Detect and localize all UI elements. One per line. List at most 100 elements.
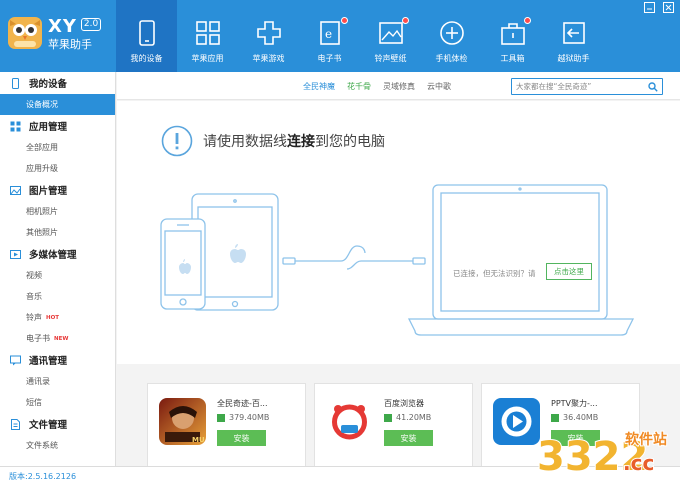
chat-icon [10,355,21,365]
nav-tab-6[interactable]: 手机体检 [421,0,482,72]
nav-tab-label: 苹果应用 [191,54,224,63]
sidebar-item-label: 通讯录 [26,377,50,386]
sidebar-item[interactable]: 设备概况 [0,94,115,115]
sidebar-group-title: 我的设备 [29,79,68,90]
sidebar-item[interactable]: 短信 [0,392,115,413]
sidebar-item[interactable]: 应用升级 [0,158,115,179]
sidebar-item[interactable]: 相机照片 [0,201,115,222]
click-here-button[interactable]: 点击这里 [546,263,592,280]
install-button[interactable]: 安装 [217,430,266,446]
version-label: 版本:2.5.16.2126 [9,472,77,481]
hot-link[interactable]: 灵域修真 [383,81,415,92]
site-watermark: 3322 软件站 .cc [536,430,668,481]
watermark-site: 软件站 [625,431,667,448]
nav-tab-3[interactable]: 苹果游戏 [238,0,299,72]
sidebar-group-header[interactable]: 多媒体管理 [0,243,115,265]
close-button[interactable] [663,2,674,13]
hot-link[interactable]: 全民神魔 [303,81,335,92]
nav-tab-label: 越狱助手 [557,54,590,63]
sidebar-item[interactable]: 音乐 [0,286,115,307]
watermark-domain: .cc [623,451,654,475]
jailbreak-icon [563,22,585,44]
sidebar: 我的设备设备概况应用管理全部应用应用升级 图片管理相机照片其他照片多媒体管理视频音… [0,72,116,466]
brand: XY 2.0 苹果助手 [48,18,102,52]
search-box [511,78,663,95]
sidebar-item[interactable]: 文件系统 [0,435,115,456]
baidu-browser-icon [326,398,373,445]
sidebar-group-title: 应用管理 [29,122,68,133]
search-icon[interactable] [648,82,658,92]
hot-link[interactable]: 云中歌 [427,81,451,92]
notification-dot [402,17,409,24]
sidebar-item-tag: NEW [54,335,69,342]
sidebar-item[interactable]: 铃声 HOT [0,307,115,328]
sidebar-item-label: 电子书 [26,334,50,343]
nav-tab-label: 铃声壁纸 [374,54,407,63]
top-bar: 全民神魔 花千骨 灵域修真 云中歌 [117,72,680,100]
app-size-value: 41.20MB [396,413,432,422]
app-grid-icon [10,121,21,131]
sidebar-item-label: 音乐 [26,292,42,301]
sidebar-item-label: 相机照片 [26,207,58,216]
nav-tab-2[interactable]: 苹果应用 [177,0,238,72]
minimize-icon [644,2,655,13]
sidebar-item-label: 视频 [26,271,42,280]
phone-icon [139,20,155,46]
sidebar-group-header[interactable]: 图片管理 [0,179,115,201]
sidebar-item-label: 短信 [26,398,42,407]
connect-status-text: 已连接，但无法识别？请 [453,269,536,278]
hot-link[interactable]: 花千骨 [347,81,371,92]
nav-tab-1[interactable]: 我的设备 [116,0,177,72]
device-icon [12,77,19,89]
app-name: PPTV聚力-... [551,399,598,408]
sidebar-group-title: 文件管理 [29,420,68,431]
window-controls [644,2,674,13]
sidebar-group-header[interactable]: 我的设备 [0,72,115,94]
nav-tab-5[interactable]: 铃声壁纸 [360,0,421,72]
sidebar-group-header[interactable]: 通讯管理 [0,349,115,371]
sidebar-item[interactable]: 全部应用 [0,137,115,158]
app-size-value: 36.40MB [563,413,599,422]
app-card[interactable]: 百度浏览器 41.20MB 安装 [314,383,473,466]
sidebar-item-label: 文件系统 [26,441,58,450]
sidebar-item[interactable]: 视频 [0,265,115,286]
media-icon [10,249,21,259]
notification-dot [341,17,348,24]
app-name: 百度浏览器 [384,399,424,408]
app-size: 379.40MB [217,413,269,422]
nav-tab-7[interactable]: 工具箱 [482,0,543,72]
nav-tab-8[interactable]: 越狱助手 [543,0,604,72]
nav-tab-4[interactable]: e 电子书 [299,0,360,72]
search-input[interactable] [516,81,641,92]
install-source-icon [551,413,559,422]
install-button[interactable]: 安装 [384,430,433,446]
title-bar: XY 2.0 苹果助手 我的设备 苹果应用 苹果游戏 e 电子书 铃声壁纸 手机体检 工具箱 越狱… [0,0,680,72]
apple-logo-icon [230,244,246,263]
sidebar-item-label: 设备概况 [26,100,58,109]
game-app-icon: MU [159,398,206,445]
sidebar-item-label: 全部应用 [26,143,58,152]
minimize-button[interactable] [644,2,655,13]
app-size: 36.40MB [551,413,598,422]
sidebar-group-header[interactable]: 应用管理 [0,115,115,137]
sidebar-group-title: 多媒体管理 [29,250,77,261]
picture-icon [10,185,21,195]
app-card[interactable]: MU 全民奇迹-百... 379.40MB 安装 [147,383,306,466]
svg-text:e: e [325,27,332,41]
sidebar-item[interactable]: 电子书 NEW [0,328,115,349]
svg-text:MU: MU [192,436,205,444]
sidebar-item[interactable]: 其他照片 [0,222,115,243]
connection-illustration [160,184,635,336]
install-source-icon [384,413,392,422]
sidebar-group-header[interactable]: 文件管理 [0,413,115,435]
version-badge: 2.0 [80,18,102,31]
file-icon [11,418,20,430]
sidebar-item-label: 铃声 [26,313,42,322]
nav-tab-label: 电子书 [317,54,342,63]
app-name: 全民奇迹-百... [217,399,268,408]
main-nav: 我的设备 苹果应用 苹果游戏 e 电子书 铃声壁纸 手机体检 工具箱 越狱助手 [116,0,604,72]
app-name: 苹果助手 [48,38,92,51]
sidebar-item[interactable]: 通讯录 [0,371,115,392]
notification-dot [524,17,531,24]
apps-grid-icon [196,21,220,45]
